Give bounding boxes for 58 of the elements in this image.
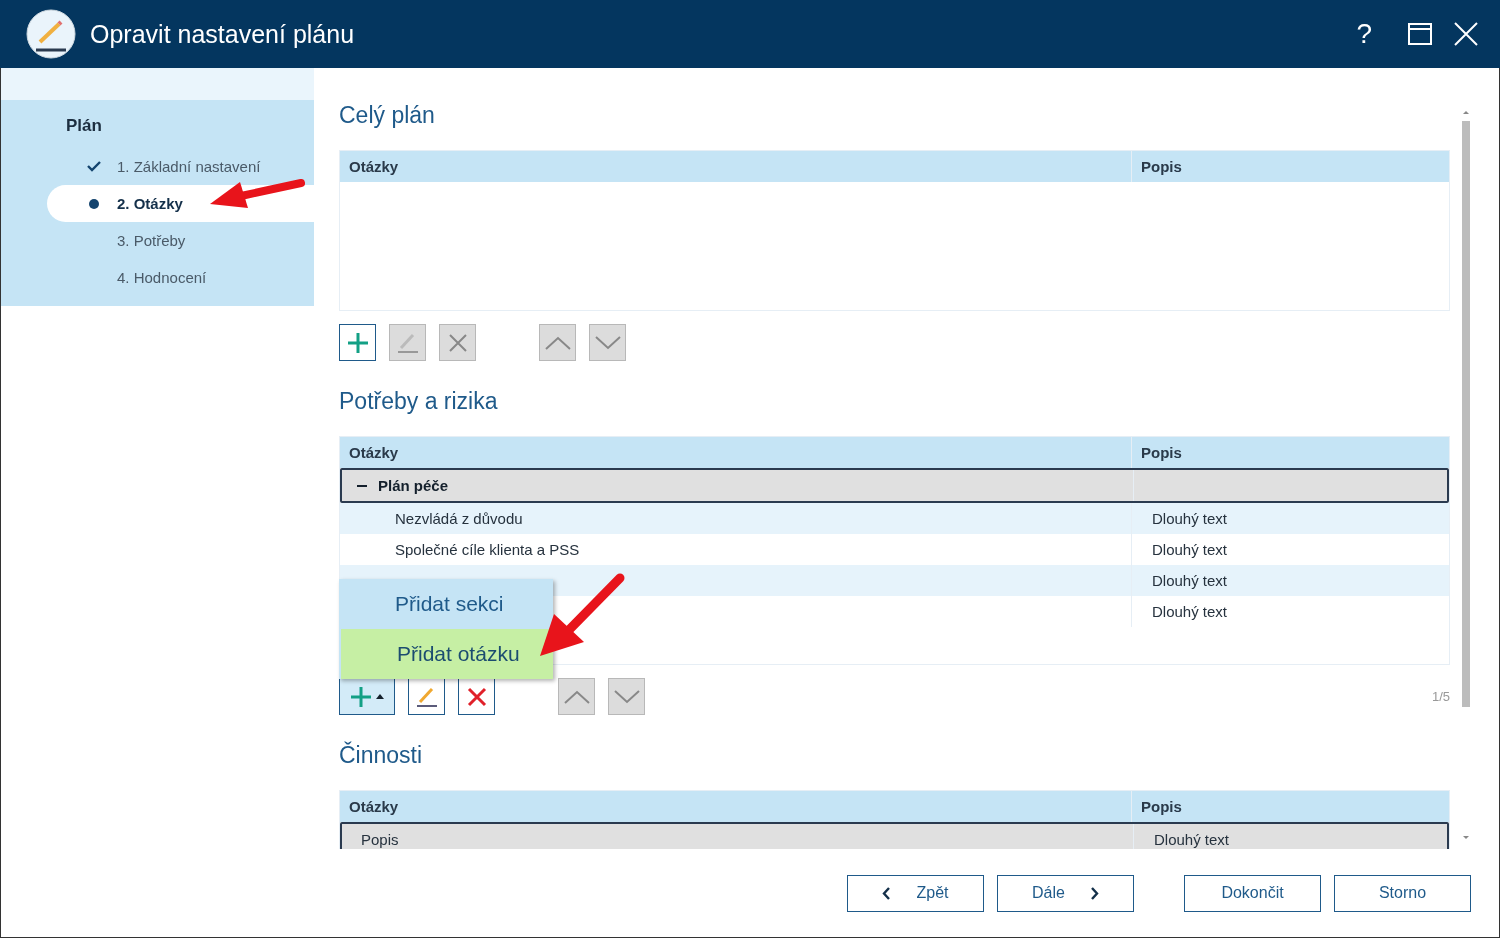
plus-icon (346, 331, 369, 354)
column-header: Otázky (349, 798, 399, 815)
table-cell: Dlouhý text (1152, 541, 1228, 558)
plus-icon (350, 685, 372, 708)
step-item[interactable]: 3. Potřeby (47, 222, 314, 259)
dialog-button[interactable]: Storno (1334, 874, 1471, 912)
step-item[interactable]: 2. Otázky (47, 185, 314, 222)
section-title: Celý plán (339, 101, 436, 130)
section-title: Potřeby a rizika (339, 387, 499, 416)
dialog-button[interactable]: Dokončit (1184, 874, 1321, 912)
sidebar-title: Plán (65, 115, 103, 137)
table-cell: Popis (361, 831, 399, 848)
table-row[interactable]: Plán péče (340, 468, 1449, 503)
column-header: Popis (1141, 158, 1182, 175)
step-label: 2. Otázky (117, 195, 183, 212)
chevron-right-icon (1090, 886, 1099, 900)
bullet-icon (89, 198, 99, 209)
table-cell: Dlouhý text (1152, 572, 1228, 589)
step-item[interactable]: 1. Základní nastavení (47, 148, 314, 185)
chevron-up-icon (563, 689, 590, 704)
step-label: 4. Hodnocení (117, 269, 207, 286)
chevron-down-icon (594, 335, 621, 350)
column-header: Otázky (349, 158, 399, 175)
step-label: 3. Potřeby (117, 232, 186, 249)
group-label: Plán péče (378, 477, 449, 494)
window-title: Opravit nastavení plánu (90, 19, 356, 49)
help-button[interactable]: ? (1356, 18, 1372, 50)
page-counter: 1/5 (1431, 689, 1450, 704)
column-header: Otázky (349, 444, 399, 461)
table-cell: Dlouhý text (1154, 831, 1230, 848)
menu-item[interactable]: Přidat otázku (341, 629, 553, 679)
close-icon (447, 332, 468, 353)
add-button[interactable] (339, 324, 376, 361)
step-item[interactable]: 4. Hodnocení (47, 259, 314, 296)
maximize-icon[interactable] (1408, 23, 1432, 45)
step-label: 1. Základní nastavení (117, 158, 261, 175)
close-icon[interactable] (1454, 22, 1478, 46)
table-cell: Nezvládá z důvodu (395, 510, 523, 527)
table-row[interactable]: Popis Dlouhý text (340, 822, 1449, 850)
check-icon (87, 161, 101, 172)
chevron-down-icon (613, 689, 640, 704)
section-title: Činnosti (339, 740, 424, 770)
next-button[interactable]: Dále (997, 874, 1134, 912)
add-button[interactable] (339, 678, 395, 715)
chevron-up-icon (544, 335, 571, 350)
back-button[interactable]: Zpět (847, 874, 984, 912)
edit-button[interactable] (408, 678, 445, 715)
table-cell: Dlouhý text (1152, 603, 1228, 620)
table-cell: Společné cíle klienta a PSS (395, 541, 580, 558)
close-icon (466, 686, 487, 707)
delete-button[interactable] (458, 678, 495, 715)
table-row[interactable]: Nezvládá z důvodu Dlouhý text (340, 503, 1449, 534)
column-header: Popis (1141, 798, 1182, 815)
column-header: Popis (1141, 444, 1182, 461)
chevron-left-icon (882, 886, 891, 900)
caret-icon (376, 694, 384, 699)
pencil-logo-icon (26, 9, 76, 59)
table-cell: Dlouhý text (1152, 510, 1228, 527)
